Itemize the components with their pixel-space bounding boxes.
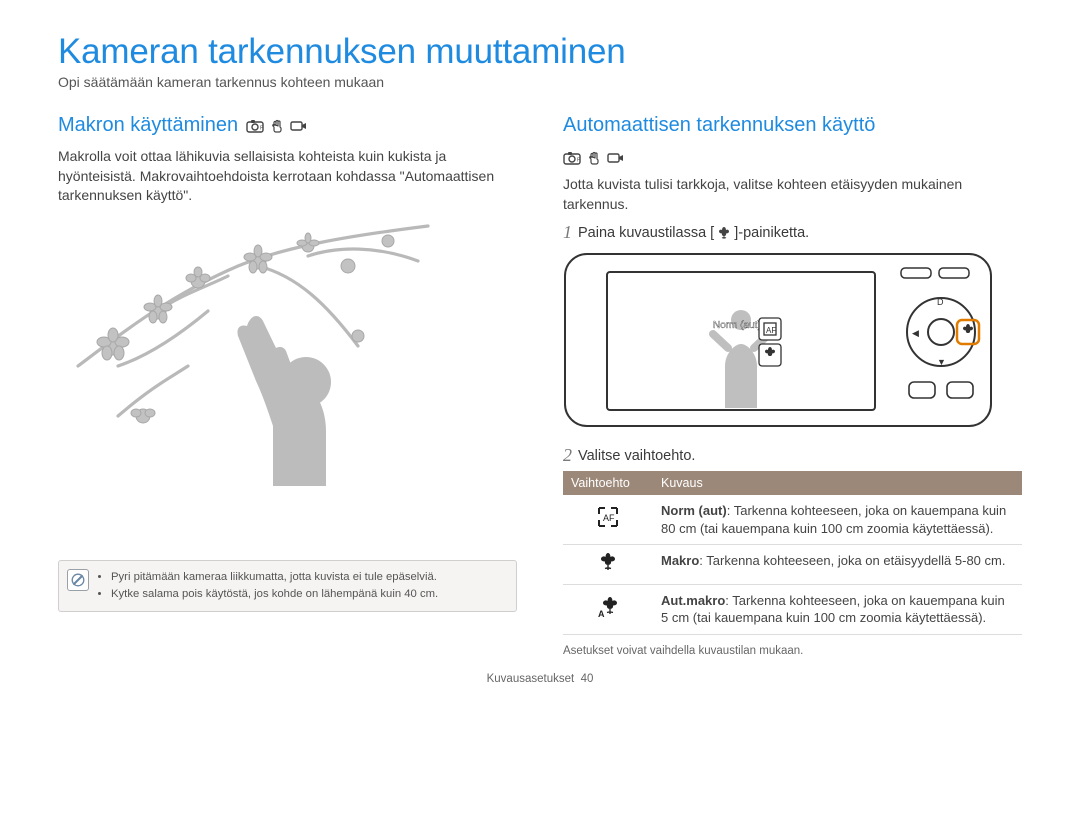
hand-mode-icon	[270, 119, 284, 133]
camera-mode-icon: P	[246, 119, 264, 133]
section-heading-autofocus: Automaattisen tarkennuksen käyttö	[563, 114, 1022, 137]
video-mode-icon	[290, 119, 308, 133]
hand-mode-icon	[587, 151, 601, 165]
step-number: 1	[563, 223, 572, 241]
step-1-post: ]-painiketta.	[734, 225, 809, 241]
camera-back-diagram: Norm (aut) AF	[563, 248, 1022, 435]
step-1-pre: Paina kuvaustilassa [	[578, 225, 714, 241]
option-desc: Norm (aut): Tarkenna kohteeseen, joka on…	[653, 495, 1022, 545]
svg-text:D: D	[937, 297, 944, 307]
options-table: Vaihtoehto Kuvaus AF Norm (aut): Tarkenn…	[563, 471, 1022, 635]
option-icon-macro	[563, 545, 653, 585]
left-column: Makron käyttäminen P Makrolla voit ottaa…	[58, 114, 517, 657]
th-option: Vaihtoehto	[563, 471, 653, 495]
option-desc: Aut.makro: Tarkenna kohteeseen, joka on …	[653, 584, 1022, 634]
macro-flower-icon	[717, 226, 731, 240]
svg-text:◀: ◀	[912, 328, 919, 338]
note-item: Pyri pitämään kameraa liikkumatta, jotta…	[111, 569, 438, 586]
camera-mode-icon: P	[563, 151, 581, 165]
right-column: Automaattisen tarkennuksen käyttö P Jott…	[563, 114, 1022, 657]
note-box: Pyri pitämään kameraa liikkumatta, jotta…	[58, 560, 517, 612]
section-heading-macro: Makron käyttäminen P	[58, 114, 517, 137]
table-row: A Aut.makro: Tarkenna kohteeseen, joka o…	[563, 584, 1022, 634]
svg-text:AF: AF	[766, 326, 776, 335]
page-title: Kameran tarkennuksen muuttaminen	[58, 32, 1022, 72]
note-item: Kytke salama pois käytöstä, jos kohde on…	[111, 586, 438, 603]
step-1-text: Paina kuvaustilassa [ ]-painiketta.	[578, 224, 809, 242]
screen-mode-label: Norm (aut)	[713, 320, 761, 331]
step-2-text: Valitse vaihtoehto.	[578, 447, 695, 465]
section-heading-autofocus-text: Automaattisen tarkennuksen käyttö	[563, 114, 875, 137]
note-icon	[67, 569, 89, 591]
macro-body-text: Makrolla voit ottaa lähikuvia sellaisist…	[58, 147, 517, 206]
option-icon-auto-macro: A	[563, 584, 653, 634]
macro-illustration	[58, 216, 517, 486]
video-mode-icon	[607, 151, 625, 165]
step-2: 2 Valitse vaihtoehto.	[563, 447, 1022, 465]
option-icon-norm-auto: AF	[563, 495, 653, 545]
step-number: 2	[563, 446, 572, 464]
th-description: Kuvaus	[653, 471, 1022, 495]
autofocus-body-text: Jotta kuvista tulisi tarkkoja, valitse k…	[563, 175, 1022, 214]
page-subtitle: Opi säätämään kameran tarkennus kohteen …	[58, 74, 1022, 90]
svg-text:AF: AF	[603, 513, 615, 523]
step-1: 1 Paina kuvaustilassa [ ]-painiketta.	[563, 224, 1022, 242]
svg-text:▼: ▼	[937, 357, 946, 367]
option-desc: Makro: Tarkenna kohteeseen, joka on etäi…	[653, 545, 1022, 585]
table-row: AF Norm (aut): Tarkenna kohteeseen, joka…	[563, 495, 1022, 545]
svg-text:A: A	[598, 609, 605, 618]
table-row: Makro: Tarkenna kohteeseen, joka on etäi…	[563, 545, 1022, 585]
section-heading-macro-text: Makron käyttäminen	[58, 114, 238, 137]
page-footer: Kuvausasetukset 40	[58, 673, 1022, 685]
table-footnote: Asetukset voivat vaihdella kuvaustilan m…	[563, 645, 1022, 657]
